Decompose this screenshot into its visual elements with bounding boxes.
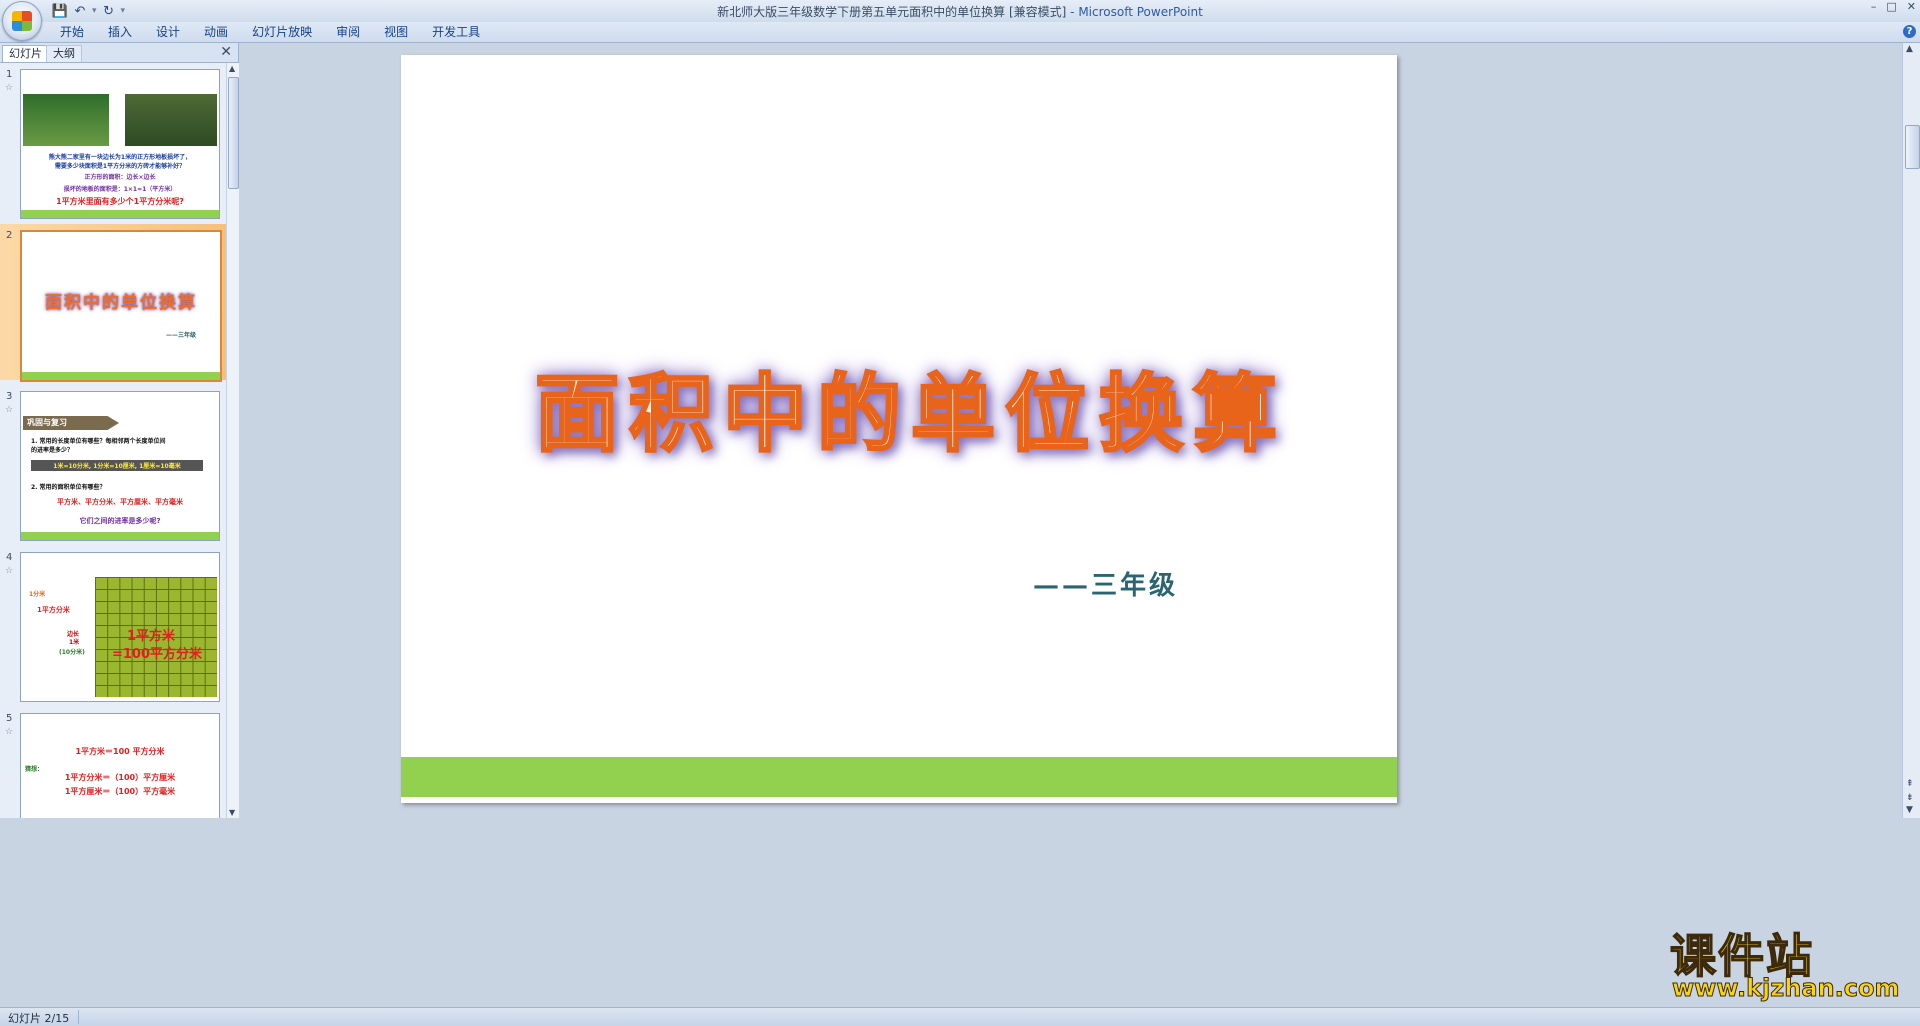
slides-panel: 幻灯片 大纲 ✕ 1 ☆ 熊大熊二家里有一块边长为1米的正方形地板损坏了， 需要… [0, 43, 239, 818]
status-bar: 幻灯片 2/15 [0, 1007, 1920, 1026]
slide-number: 2 [6, 230, 13, 241]
thumbnail-text: 1平方米＝100 平方分米 [75, 747, 165, 756]
notes-area [0, 818, 1920, 1007]
ribbon-tabs: 开始 插入 设计 动画 幻灯片放映 审阅 视图 开发工具 [48, 24, 492, 41]
slide-thumbnail-1[interactable]: 熊大熊二家里有一块边长为1米的正方形地板损坏了， 需要多少块面积是1平方分米的方… [20, 69, 220, 219]
thumbnail-text: 1平方米 [126, 629, 176, 644]
scroll-up-icon[interactable]: ▲ [229, 64, 235, 73]
current-slide[interactable]: 面积中的单位换算 ——三年级 [401, 55, 1397, 803]
animation-star-icon: ☆ [5, 405, 14, 415]
close-panel-icon[interactable]: ✕ [220, 44, 232, 60]
close-button[interactable]: ✕ [1907, 0, 1916, 13]
scroll-thumb[interactable] [228, 77, 239, 189]
thumbnail-image [125, 94, 217, 146]
thumbnail-row: 1 ☆ 熊大熊二家里有一块边长为1米的正方形地板损坏了， 需要多少块面积是1平方… [0, 63, 226, 219]
next-slide-icon[interactable]: ⇟ [1906, 793, 1914, 803]
review-tag: 巩固与复习 [23, 416, 119, 430]
thumbnail-text: 1平方厘米＝（100）平方毫米 [64, 787, 176, 796]
slide-thumbnail-3[interactable]: 巩固与复习 1. 常用的长度单位有哪些？每相邻两个长度单位间 的进率是多少？ 1… [20, 391, 220, 541]
app-name: - Microsoft PowerPoint [1070, 5, 1203, 19]
panel-scrollbar[interactable]: ▲ ▼ [226, 63, 239, 818]
thumbnail-text: 1平方分米＝（100）平方厘米 [64, 773, 176, 782]
tab-slideshow[interactable]: 幻灯片放映 [240, 24, 324, 41]
ribbon: 开始 插入 设计 动画 幻灯片放映 审阅 视图 开发工具 ? [0, 22, 1920, 43]
slide-number: 5 [6, 713, 13, 724]
watermark-url: www.kjzhan.com [1671, 974, 1900, 1003]
slide-title[interactable]: 面积中的单位换算 [521, 347, 1301, 468]
thumbnail-text: 1分米 [29, 591, 46, 598]
scroll-thumb[interactable] [1905, 125, 1920, 169]
tab-view[interactable]: 视图 [372, 24, 420, 41]
office-button[interactable] [2, 1, 42, 41]
tab-insert[interactable]: 插入 [96, 24, 144, 41]
help-icon[interactable]: ? [1903, 25, 1916, 38]
thumbnail-text: (10分米) [59, 649, 85, 656]
animation-star-icon: ☆ [5, 727, 14, 737]
watermark-logo: 课件站 www.kjzhan.com [1660, 920, 1900, 1005]
thumbnail-text: 损坏的地板的面积是：1×1=1（平方米） [63, 186, 177, 193]
thumbnail-subtitle: ——三年级 [165, 332, 196, 339]
thumbnail-row: 5 ☆ 1平方米＝100 平方分米 猜想： 1平方分米＝（100）平方厘米 1平… [0, 707, 226, 818]
divider [78, 1010, 79, 1024]
tab-developer[interactable]: 开发工具 [420, 24, 492, 41]
thumbnail-text: 需要多少块面积是1平方分米的方砖才能够补好？ [54, 163, 186, 170]
scroll-down-icon[interactable]: ▼ [1906, 805, 1913, 815]
tab-slides[interactable]: 幻灯片 [2, 45, 49, 62]
thumbnail-text: 熊大熊二家里有一块边长为1米的正方形地板损坏了， [48, 154, 192, 161]
thumbnail-row: 4 ☆ 1分米 1平方分米 边长 1米 (10分米) 1平方米 =100平方分米 [0, 546, 226, 702]
slide-count: 幻灯片 2/15 [8, 1012, 70, 1025]
maximize-button[interactable]: □ [1886, 0, 1896, 13]
slide-thumbnail-4[interactable]: 1分米 1平方分米 边长 1米 (10分米) 1平方米 =100平方分米 [20, 552, 220, 702]
window-controls: – □ ✕ [1871, 0, 1916, 13]
slide-number: 3 [6, 391, 13, 402]
thumbnail-text: 1. 常用的长度单位有哪些？每相邻两个长度单位间 [31, 438, 166, 445]
document-title: 新北师大版三年级数学下册第五单元面积中的单位换算 [兼容模式] [717, 5, 1067, 19]
window-title: 新北师大版三年级数学下册第五单元面积中的单位换算 [兼容模式] - Micros… [0, 3, 1920, 20]
tab-outline[interactable]: 大纲 [46, 45, 82, 62]
thumbnail-text: 1平方分米 [37, 606, 70, 614]
animation-star-icon: ☆ [5, 83, 14, 93]
thumbnail-text: 的进率是多少？ [31, 447, 74, 454]
animation-star-icon: ☆ [5, 566, 14, 576]
thumbnail-text: 它们之间的进率是多少呢? [79, 517, 161, 525]
tab-design[interactable]: 设计 [144, 24, 192, 41]
thumbnail-text: 1平方米里面有多少个1平方分米呢? [56, 197, 184, 206]
slide-number: 4 [6, 552, 13, 563]
thumbnail-image [23, 94, 109, 146]
slide-subtitle[interactable]: ——三年级 [1033, 565, 1178, 602]
scroll-down-icon[interactable]: ▼ [229, 808, 235, 817]
slide-thumbnail-5[interactable]: 1平方米＝100 平方分米 猜想： 1平方分米＝（100）平方厘米 1平方厘米＝… [20, 713, 220, 818]
thumbnail-text: =100平方分米 [111, 647, 203, 662]
tab-animations[interactable]: 动画 [192, 24, 240, 41]
green-bar [21, 532, 219, 540]
thumbnail-text: 1米=10分米, 1分米=10厘米, 1厘米=10毫米 [31, 460, 203, 471]
thumbnail-text: 平方米、平方分米、平方厘米、平方毫米 [57, 498, 183, 506]
tab-review[interactable]: 审阅 [324, 24, 372, 41]
thumbnail-list: 1 ☆ 熊大熊二家里有一块边长为1米的正方形地板损坏了， 需要多少块面积是1平方… [0, 63, 226, 818]
thumbnail-text: 正方形的面积：边长×边长 [84, 174, 156, 181]
tab-home[interactable]: 开始 [48, 24, 96, 41]
green-bar [22, 372, 220, 380]
thumbnail-text: 1米 [69, 639, 80, 646]
slide-editor: 面积中的单位换算 ——三年级 [239, 43, 1902, 818]
scroll-up-icon[interactable]: ▲ [1906, 44, 1913, 54]
thumbnail-title: 面积中的单位换算 [45, 293, 197, 313]
previous-slide-icon[interactable]: ⇞ [1906, 779, 1914, 789]
thumbnail-row: 2 面积中的单位换算 ——三年级 [0, 224, 226, 382]
title-bar: 💾 ↶ ▾ ↻ ▾ 新北师大版三年级数学下册第五单元面积中的单位换算 [兼容模式… [0, 0, 1920, 41]
thumbnail-text: 2. 常用的面积单位有哪些？ [31, 484, 106, 491]
green-bar [401, 757, 1397, 797]
editor-scrollbar[interactable]: ▲ ⇞ ⇟ ▼ [1902, 43, 1920, 818]
panel-tabs: 幻灯片 大纲 ✕ [0, 43, 238, 63]
slide-number: 1 [6, 69, 13, 80]
office-logo-icon [12, 11, 32, 31]
green-bar [21, 210, 219, 218]
minimize-button[interactable]: – [1871, 0, 1877, 13]
slide-thumbnail-2[interactable]: 面积中的单位换算 ——三年级 [20, 230, 222, 382]
thumbnail-row: 3 ☆ 巩固与复习 1. 常用的长度单位有哪些？每相邻两个长度单位间 的进率是多… [0, 385, 226, 541]
